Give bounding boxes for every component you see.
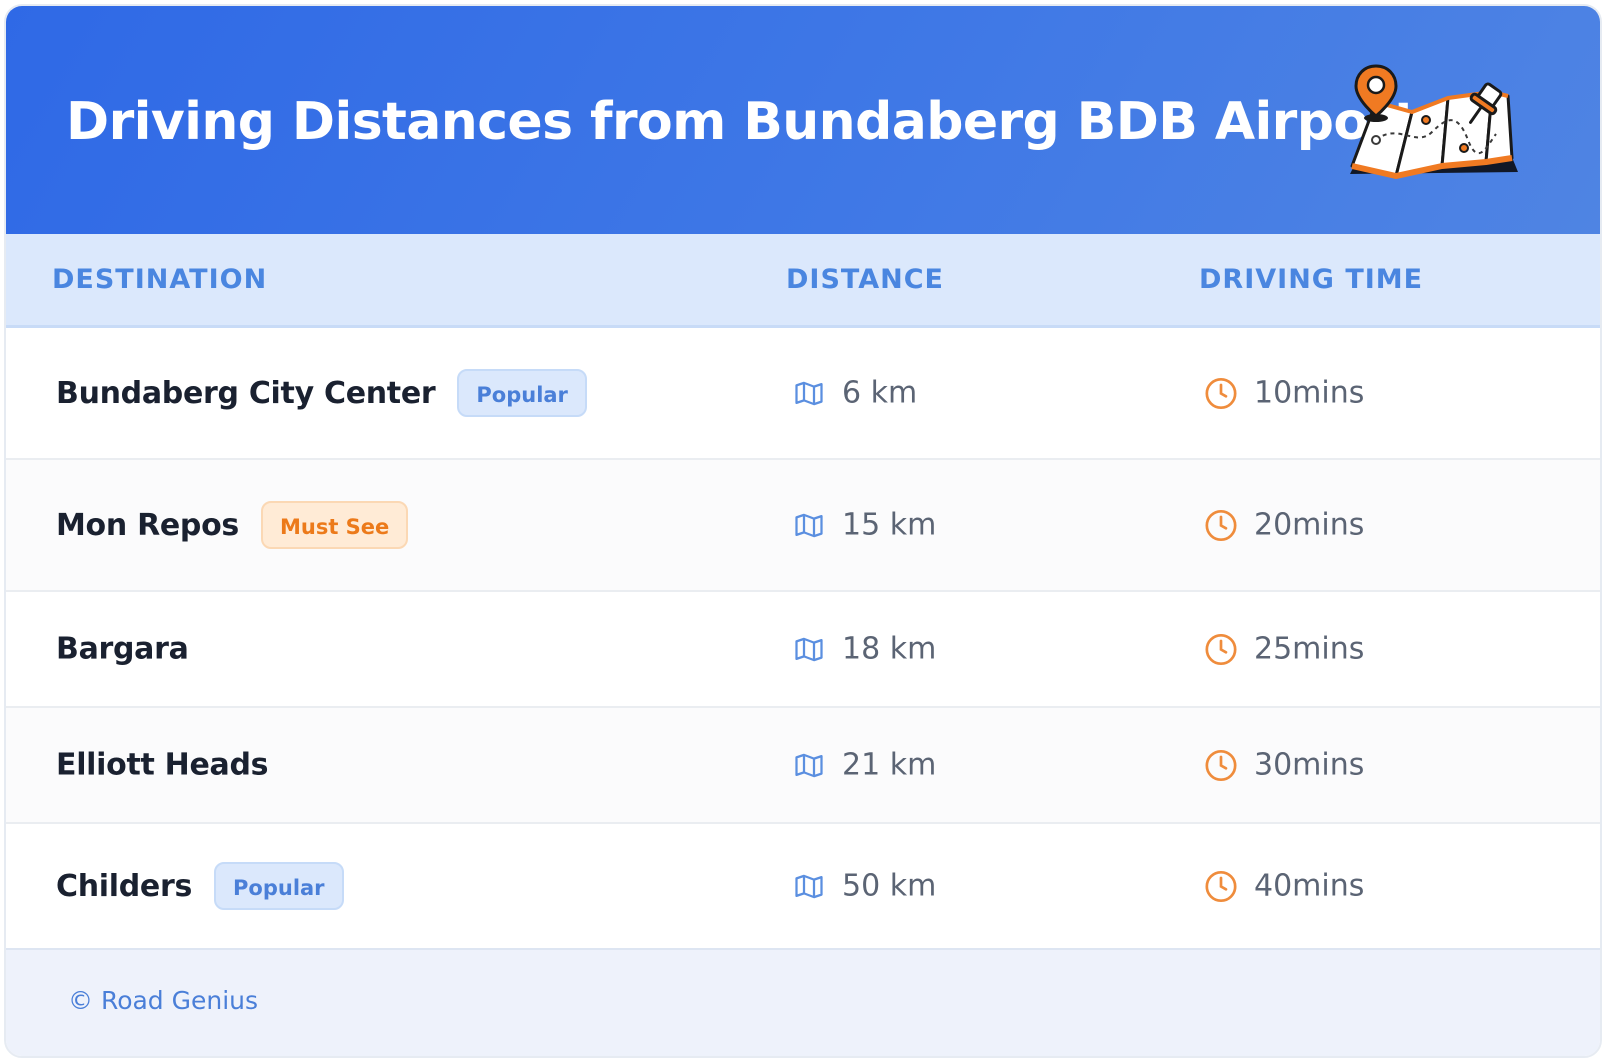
column-header-destination: DESTINATION xyxy=(52,264,268,295)
distance-value: 18 km xyxy=(842,631,937,667)
driving-time-cell: 20mins xyxy=(1204,508,1364,543)
destination-cell: Bundaberg City Center Popular xyxy=(56,369,587,417)
table-row: Mon Repos Must See 15 km 20mins xyxy=(6,460,1600,592)
map-icon xyxy=(792,871,826,901)
table-row: Elliott Heads 21 km 30mins xyxy=(6,708,1600,824)
destination-cell: Elliott Heads xyxy=(56,747,269,783)
distance-value: 15 km xyxy=(842,507,937,543)
distance-value: 21 km xyxy=(842,747,937,783)
clock-icon xyxy=(1204,508,1238,542)
distance-cell: 50 km xyxy=(792,869,936,904)
driving-time-cell: 40mins xyxy=(1204,869,1364,904)
driving-time-value: 25mins xyxy=(1254,631,1365,667)
map-icon xyxy=(792,378,826,408)
distance-value: 50 km xyxy=(842,868,937,904)
distance-table-card: Driving Distances from Bundaberg BDB Air… xyxy=(4,4,1602,1058)
column-header-distance: DISTANCE xyxy=(786,264,944,295)
map-icon xyxy=(792,510,826,540)
header-banner: Driving Distances from Bundaberg BDB Air… xyxy=(6,6,1600,234)
popular-badge: Popular xyxy=(457,369,587,417)
clock-icon xyxy=(1204,869,1238,903)
destination-name: Mon Repos xyxy=(56,507,239,543)
distance-cell: 6 km xyxy=(792,376,917,411)
distance-cell: 15 km xyxy=(792,508,936,543)
distance-value: 6 km xyxy=(842,375,918,411)
destination-name: Elliott Heads xyxy=(56,747,269,783)
table-header: DESTINATION DISTANCE DRIVING TIME xyxy=(6,234,1600,328)
driving-time-value: 10mins xyxy=(1254,375,1365,411)
must-see-badge: Must See xyxy=(260,501,409,549)
popular-badge: Popular xyxy=(214,862,344,910)
clock-icon xyxy=(1204,632,1238,666)
destination-cell: Mon Repos Must See xyxy=(56,501,409,549)
destination-name: Childers xyxy=(56,868,193,904)
folded-map-with-pins-icon xyxy=(1350,64,1518,179)
clock-icon xyxy=(1204,748,1238,782)
page-title: Driving Distances from Bundaberg BDB Air… xyxy=(66,92,1418,152)
footer: © Road Genius xyxy=(6,948,1600,1056)
copyright-text: © Road Genius xyxy=(68,986,259,1015)
distance-cell: 18 km xyxy=(792,632,936,667)
driving-time-cell: 10mins xyxy=(1204,376,1364,411)
table-row: Bargara 18 km 25mins xyxy=(6,592,1600,708)
table-row: Bundaberg City Center Popular 6 km 10min… xyxy=(6,328,1600,460)
destination-name: Bargara xyxy=(56,631,189,667)
driving-time-value: 20mins xyxy=(1254,507,1365,543)
map-icon xyxy=(792,750,826,780)
table-row: Childers Popular 50 km 40mins xyxy=(6,824,1600,948)
destination-name: Bundaberg City Center xyxy=(56,375,436,411)
driving-time-cell: 30mins xyxy=(1204,748,1364,783)
map-icon xyxy=(792,634,826,664)
column-header-driving-time: DRIVING TIME xyxy=(1199,264,1424,295)
driving-time-value: 30mins xyxy=(1254,747,1365,783)
driving-time-cell: 25mins xyxy=(1204,632,1364,667)
destination-cell: Bargara xyxy=(56,632,189,667)
distance-cell: 21 km xyxy=(792,748,936,783)
clock-icon xyxy=(1204,376,1238,410)
driving-time-value: 40mins xyxy=(1254,868,1365,904)
destination-cell: Childers Popular xyxy=(56,862,344,910)
